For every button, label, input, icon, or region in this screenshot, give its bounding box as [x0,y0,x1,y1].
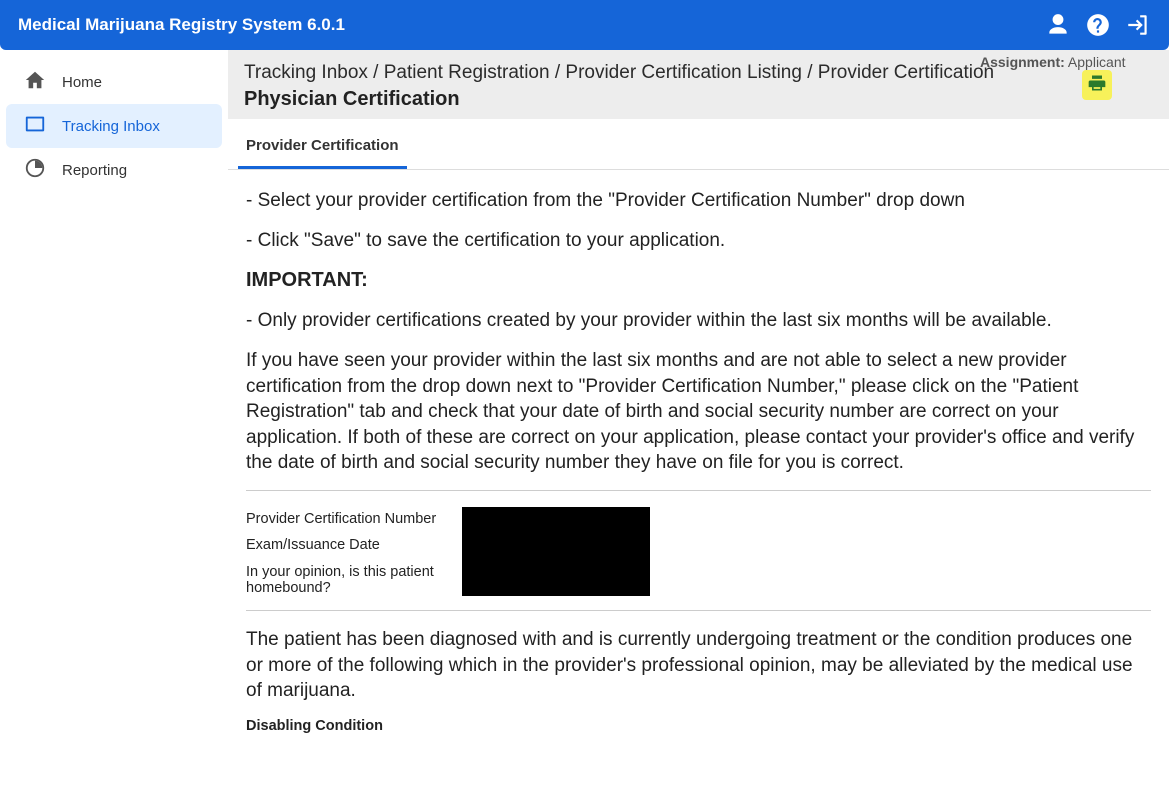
instruction-line: - Click "Save" to save the certification… [246,228,1151,254]
topbar: Medical Marijuana Registry System 6.0.1 [0,0,1169,50]
page-header: Tracking Inbox / Patient Registration / … [228,50,1169,119]
tab-provider-certification[interactable]: Provider Certification [238,125,407,169]
redacted-block [462,507,650,596]
content-body: - Select your provider certification fro… [228,170,1169,764]
field-label-exam: Exam/Issuance Date [246,533,462,553]
page-title: Physician Certification [244,88,1153,111]
sidebar: Home Tracking Inbox Reporting [0,50,228,797]
instruction-line: - Only provider certifications created b… [246,308,1151,334]
divider [246,490,1151,491]
sidebar-item-label: Home [62,74,102,91]
sidebar-item-label: Tracking Inbox [62,118,160,135]
help-icon[interactable] [1085,12,1111,38]
assignment-label: Assignment: Applicant [980,54,1126,70]
tabs: Provider Certification [228,125,1169,170]
field-label-pcn: Provider Certification Number [246,507,462,527]
divider [246,610,1151,611]
print-button[interactable] [1082,70,1112,100]
app-title: Medical Marijuana Registry System 6.0.1 [18,15,345,35]
reporting-icon [24,157,46,183]
print-icon [1087,73,1107,98]
assignment-value: Applicant [1068,54,1126,70]
disabling-condition-label: Disabling Condition [246,718,1151,734]
important-heading: IMPORTANT: [246,267,1151,294]
account-icon[interactable] [1045,12,1071,38]
inbox-icon [24,113,46,139]
field-table: Provider Certification Number Exam/Issua… [246,507,1151,596]
diagnosis-text: The patient has been diagnosed with and … [246,627,1151,704]
home-icon [24,69,46,95]
sidebar-item-label: Reporting [62,162,127,179]
topbar-actions [1045,12,1151,38]
sidebar-item-home[interactable]: Home [6,60,222,104]
instruction-line: - Select your provider certification fro… [246,188,1151,214]
sidebar-item-reporting[interactable]: Reporting [6,148,222,192]
sidebar-item-tracking-inbox[interactable]: Tracking Inbox [6,104,222,148]
instruction-paragraph: If you have seen your provider within th… [246,348,1151,476]
field-label-homebound: In your opinion, is this patient homebou… [246,560,462,596]
assignment-key: Assignment: [980,54,1065,70]
main-content: Tracking Inbox / Patient Registration / … [228,50,1169,797]
logout-icon[interactable] [1125,12,1151,38]
